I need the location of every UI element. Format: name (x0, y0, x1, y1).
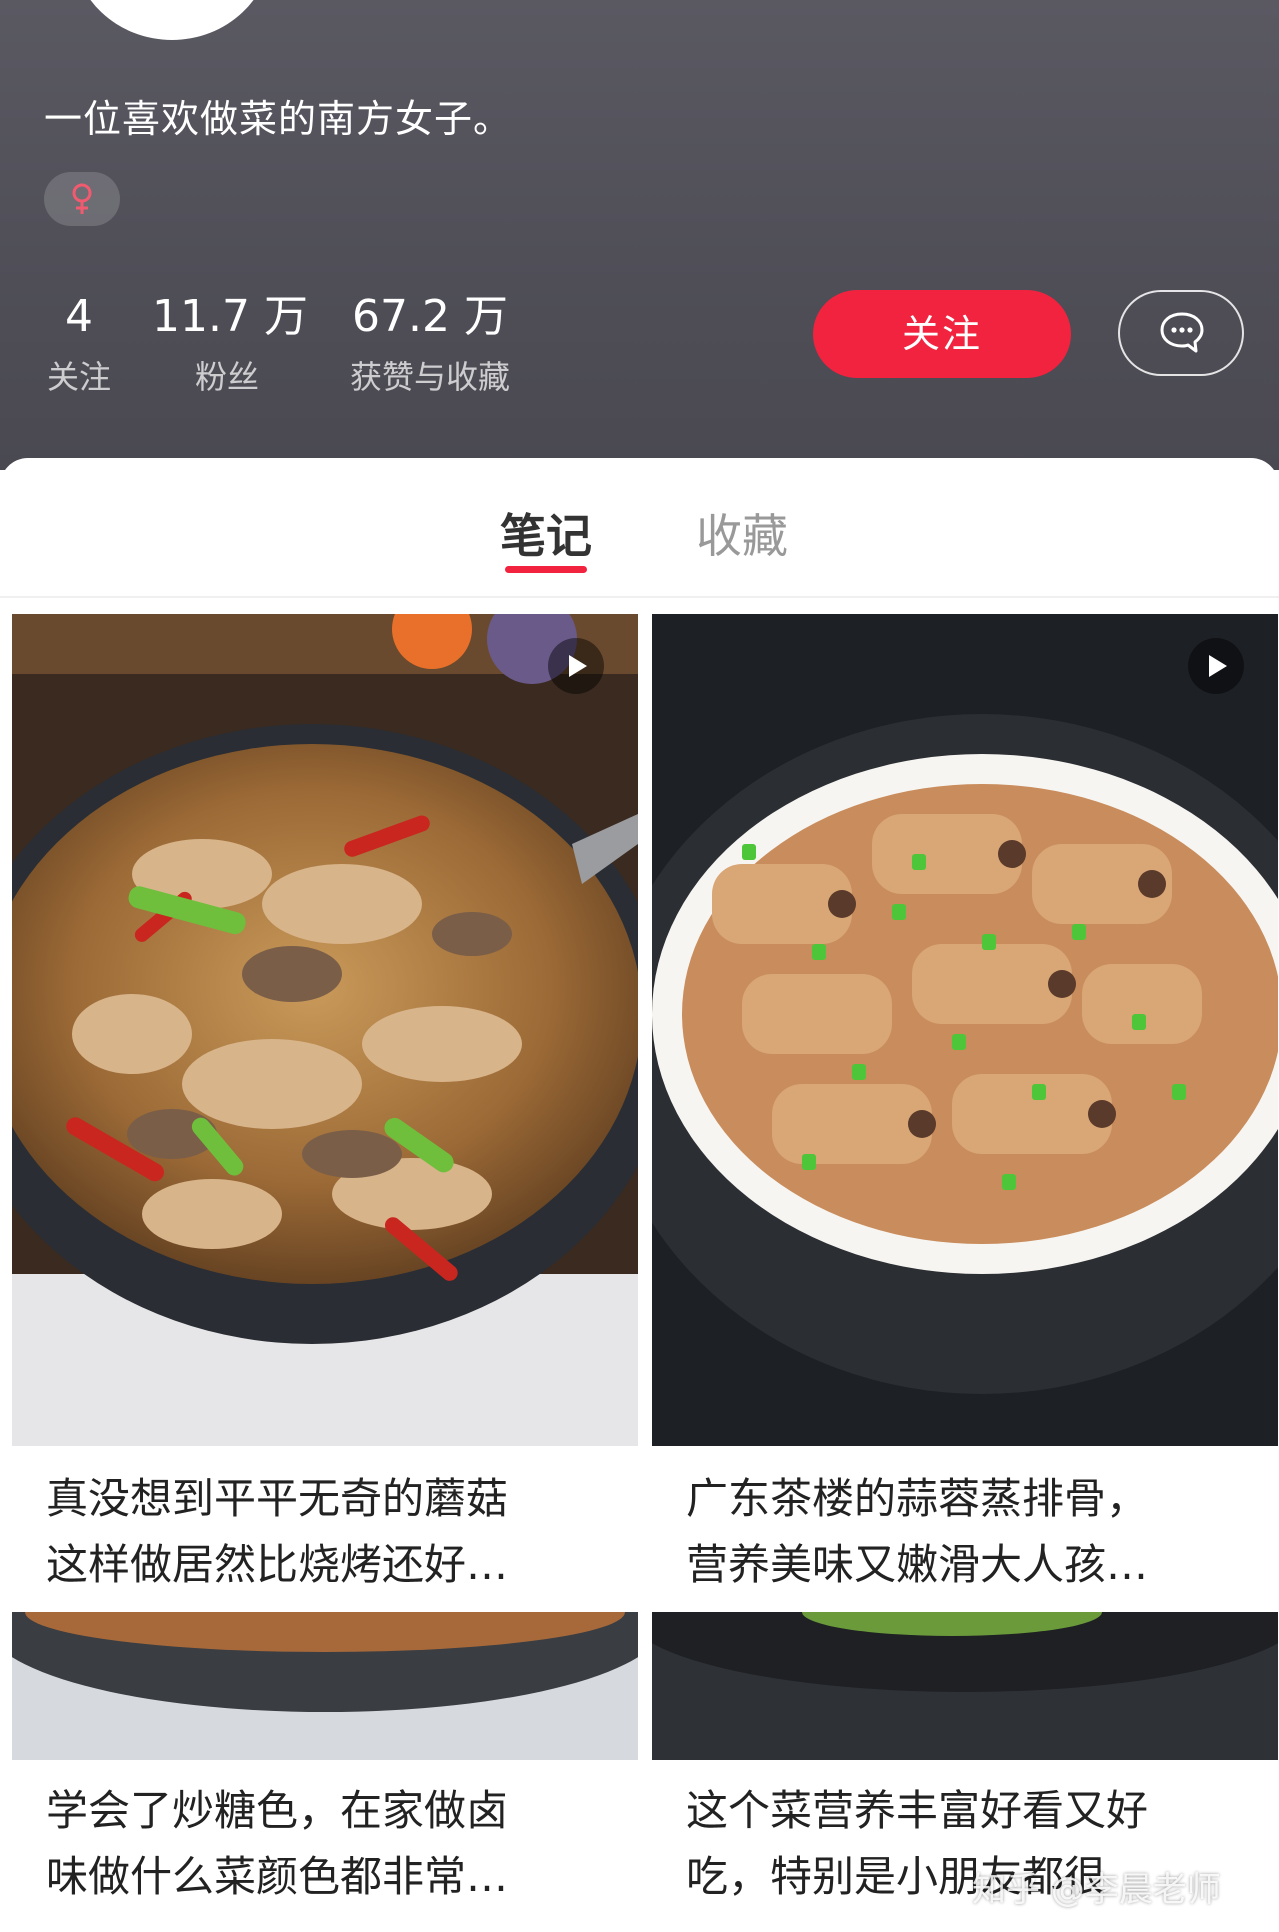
note-title-line: 味做什么菜颜色都非常… (46, 1852, 509, 1901)
note-card-3[interactable]: 学会了炒糖色，在家做卤 味做什么菜颜色都非常… (12, 1612, 638, 1932)
video-indicator (548, 638, 604, 694)
tab-favorites[interactable]: 收藏 (696, 500, 788, 566)
note-cover-2 (652, 614, 1278, 1446)
note-title-line: 真没想到平平无奇的蘑菇 (46, 1474, 509, 1523)
tab-notes[interactable]: 笔记 (500, 500, 592, 566)
stat-followers-label: 粉丝 (194, 358, 259, 396)
message-button[interactable] (1118, 290, 1244, 376)
note-title-line: 广东茶楼的蒜蓉蒸排骨， (686, 1474, 1149, 1523)
note-title-line: 这样做居然比烧烤还好… (46, 1540, 509, 1589)
note-title-1: 真没想到平平无奇的蘑菇 这样做居然比烧烤还好… (46, 1466, 604, 1598)
profile-header: 一位喜欢做菜的南方女子。 4 关注 11.7 万 粉丝 67.2 万 获赞与收藏… (0, 0, 1279, 470)
note-title-3: 学会了炒糖色，在家做卤 味做什么菜颜色都非常… (46, 1778, 604, 1910)
stat-following[interactable]: 4 关注 (44, 290, 114, 398)
note-cover-4 (652, 1612, 1278, 1760)
play-icon (569, 655, 587, 677)
profile-bio: 一位喜欢做菜的南方女子。 (44, 97, 513, 141)
stat-likes-label: 获赞与收藏 (349, 358, 510, 396)
stat-following-label: 关注 (46, 358, 111, 396)
note-title-line: 这个菜营养丰富好看又好 (686, 1786, 1149, 1835)
tab-divider (0, 596, 1279, 598)
note-title-2: 广东茶楼的蒜蓉蒸排骨， 营养美味又嫩滑大人孩… (686, 1466, 1244, 1598)
follow-button[interactable]: 关注 (813, 290, 1071, 378)
stat-followers-value: 11.7 万 (152, 291, 308, 342)
stat-likes[interactable]: 67.2 万 获赞与收藏 (340, 290, 520, 398)
video-indicator (1188, 638, 1244, 694)
stat-followers[interactable]: 11.7 万 粉丝 (152, 290, 308, 398)
note-title-line: 学会了炒糖色，在家做卤 (46, 1786, 509, 1835)
play-icon (1209, 655, 1227, 677)
note-card-2[interactable]: 广东茶楼的蒜蓉蒸排骨， 营养美味又嫩滑大人孩… (652, 614, 1278, 1610)
gender-badge (44, 172, 120, 226)
avatar[interactable] (72, 0, 272, 40)
note-cover-3 (12, 1612, 638, 1760)
female-icon (72, 183, 92, 214)
chat-bubble-icon (1160, 312, 1204, 353)
note-title-line: 营养美味又嫩滑大人孩… (686, 1540, 1149, 1589)
note-cover-1 (12, 614, 638, 1446)
active-tab-indicator (505, 566, 587, 573)
watermark: 知乎 @李晨老师 (972, 1870, 1221, 1910)
note-card-1[interactable]: 真没想到平平无奇的蘑菇 这样做居然比烧烤还好… (12, 614, 638, 1610)
stat-following-value: 4 (65, 291, 93, 342)
stat-likes-value: 67.2 万 (352, 291, 508, 342)
